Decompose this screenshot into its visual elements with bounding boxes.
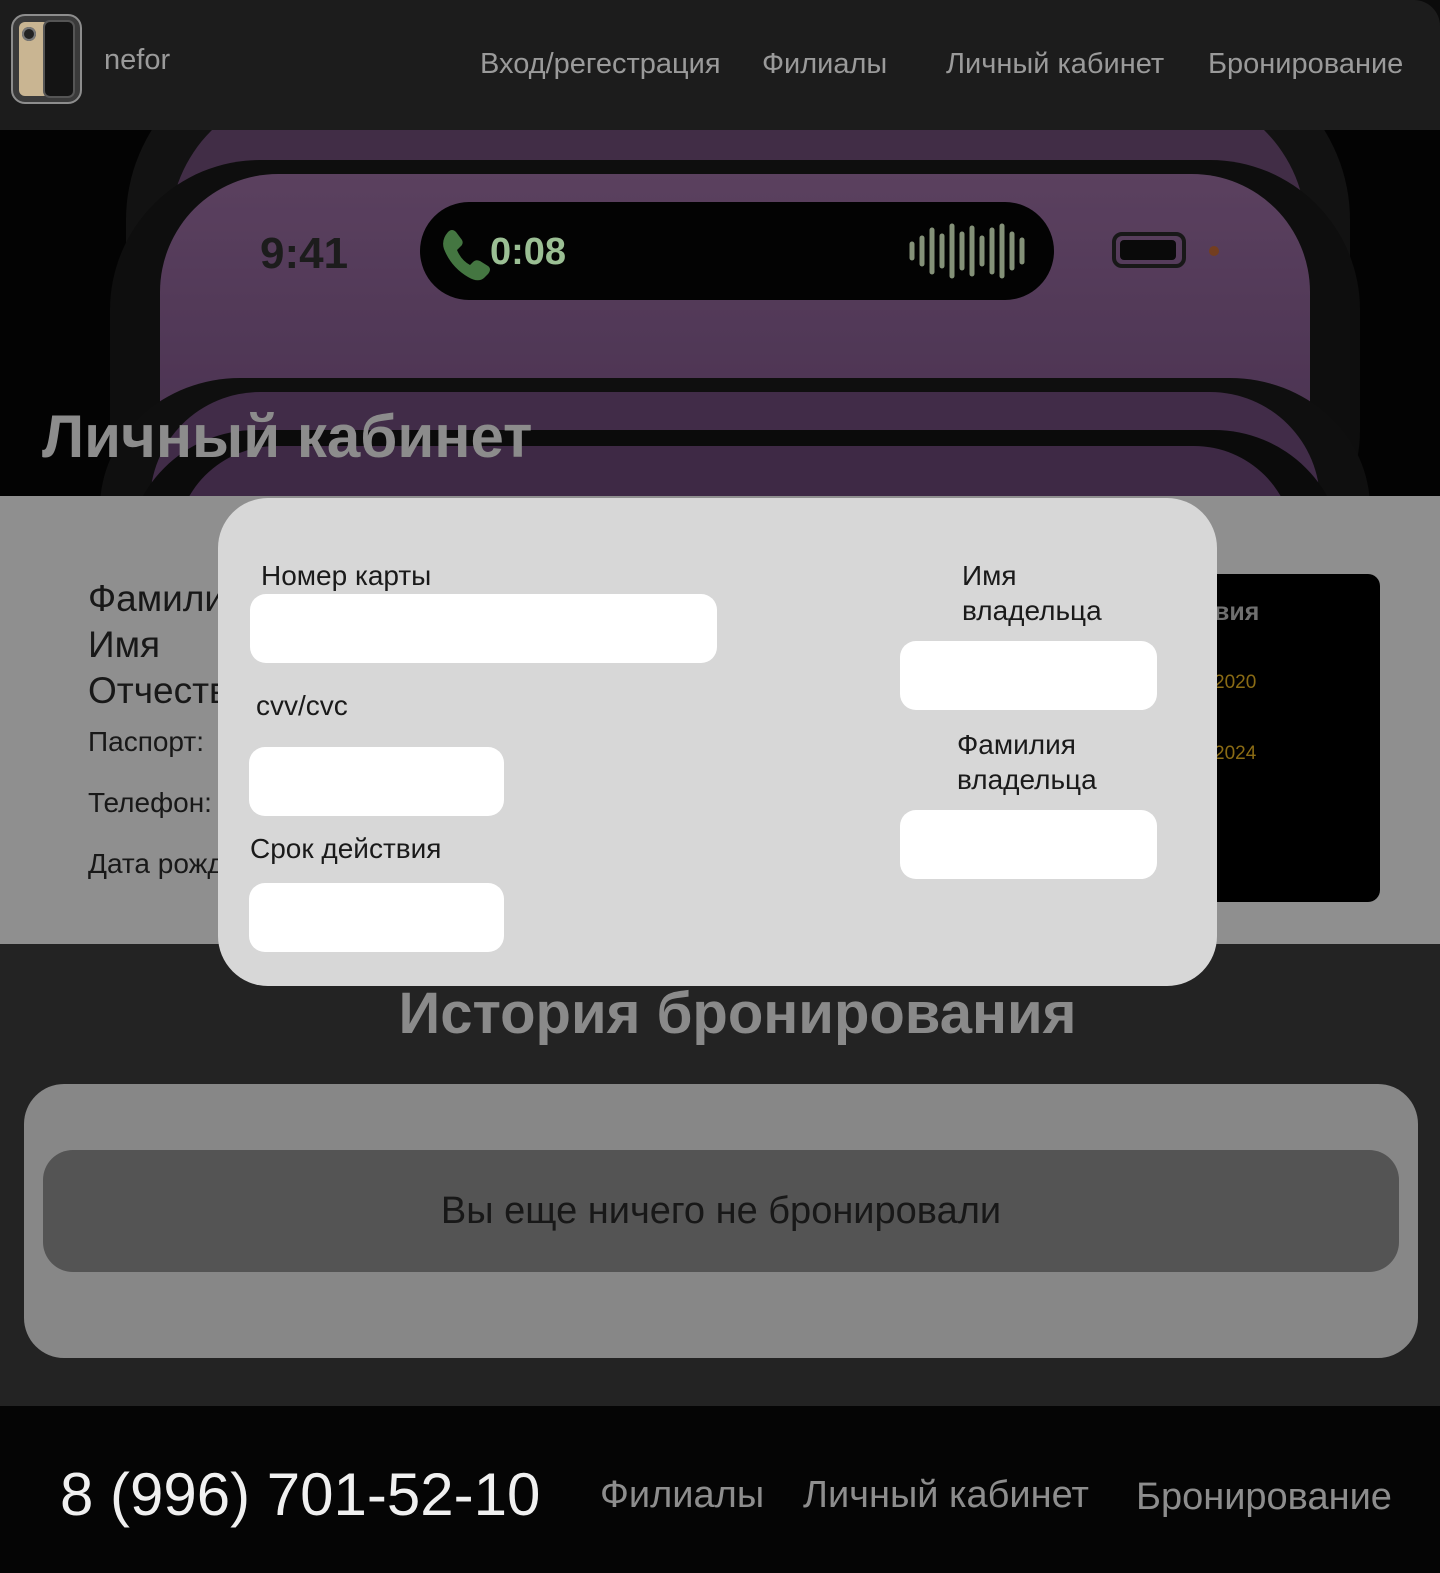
expiry-input[interactable] [249, 883, 504, 952]
owner-name-label: Имя владельца [962, 560, 1102, 626]
booking-history-title: История бронирования [398, 981, 1077, 1046]
booking-history-section: История бронирования Вы еще ничего не бр… [0, 944, 1440, 1406]
footer-branches-link[interactable]: Филиалы [600, 1474, 764, 1517]
payment-card-modal: Номер карты cvv/cvc Срок действия Имя вл… [218, 498, 1217, 986]
booking-summary-date: 2020 [1214, 672, 1257, 693]
card-number-input[interactable] [250, 594, 717, 663]
profile-name-label: Имя [88, 624, 161, 665]
booking-summary-title: вия [1214, 598, 1260, 626]
hero-banner: 9:41 0:08 Личный кабинет [0, 130, 1440, 496]
call-time-text: 0:08 [490, 231, 566, 273]
page-title: Личный кабинет [42, 403, 533, 470]
nav-login-link[interactable]: Вход/регестрация [480, 48, 721, 81]
cvv-label: cvv/cvc [256, 690, 348, 721]
profile-phone-label: Телефон: [88, 787, 212, 818]
phone-time-text: 9:41 [260, 229, 348, 278]
nav-cabinet-link[interactable]: Личный кабинет [946, 48, 1164, 81]
booking-summary-date: 2024 [1214, 743, 1257, 764]
expiry-label: Срок действия [250, 833, 442, 864]
brand-name[interactable]: nefor [104, 44, 170, 77]
footer-booking-link[interactable]: Бронирование [1136, 1476, 1392, 1519]
card-number-label: Номер карты [261, 560, 432, 591]
footer-phone-link[interactable]: 8 (996) 701-52-10 [60, 1460, 540, 1529]
site-header: nefor Вход/регестрация Филиалы Личный ка… [0, 0, 1440, 130]
owner-name-input[interactable] [900, 641, 1157, 710]
site-footer: 8 (996) 701-52-10 Филиалы Личный кабинет… [0, 1406, 1440, 1573]
empty-state-row: Вы еще ничего не бронировали [43, 1150, 1399, 1272]
owner-surname-input[interactable] [900, 810, 1157, 879]
booking-history-list: Вы еще ничего не бронировали [24, 1084, 1418, 1358]
nav-booking-link[interactable]: Бронирование [1208, 48, 1403, 81]
booking-summary-card: вия 2020 2024 [1190, 574, 1380, 902]
footer-cabinet-link[interactable]: Личный кабинет [803, 1474, 1089, 1517]
owner-surname-label: Фамилия владельца [957, 729, 1097, 795]
empty-state-message: Вы еще ничего не бронировали [440, 1189, 1002, 1232]
profile-passport-label: Паспорт: [88, 726, 204, 757]
logo-icon[interactable] [11, 14, 82, 104]
cvv-input[interactable] [249, 747, 504, 816]
nav-branches-link[interactable]: Филиалы [762, 48, 887, 81]
